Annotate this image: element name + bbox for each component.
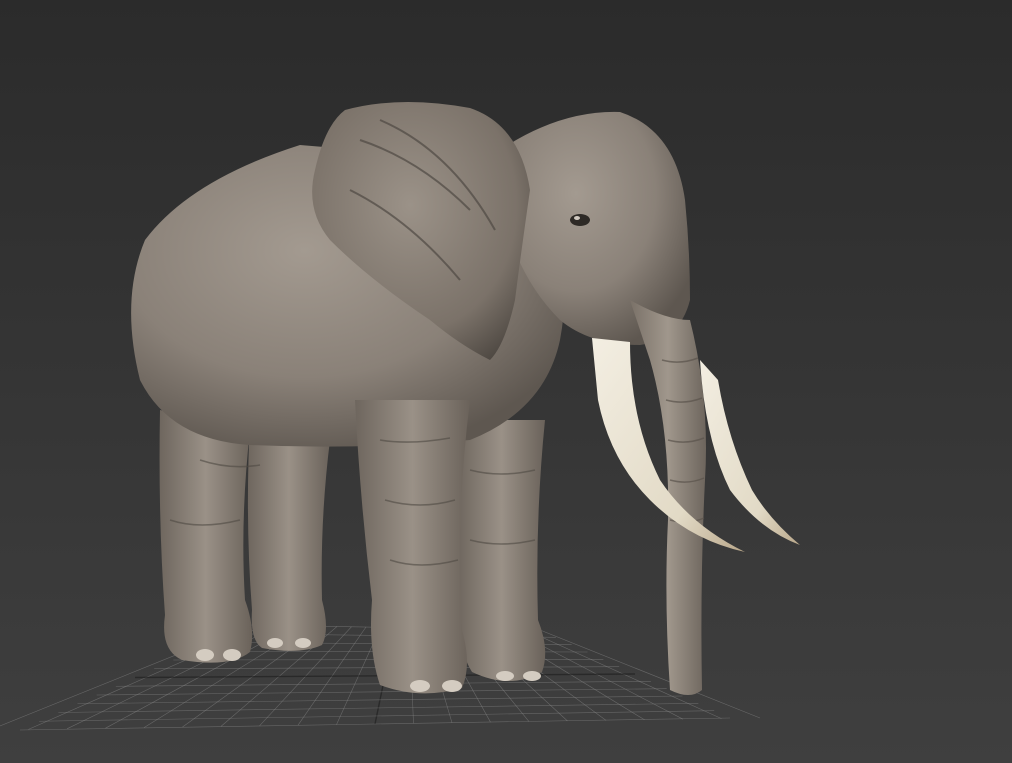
3d-viewport[interactable] <box>0 0 1012 763</box>
front-near-leg[interactable] <box>355 400 470 694</box>
back-far-leg[interactable] <box>247 420 330 651</box>
eye-highlight <box>574 216 580 220</box>
viewport-scene[interactable] <box>0 0 1012 763</box>
elephant-model[interactable] <box>131 101 800 695</box>
elephant-eye <box>570 214 590 226</box>
grid-line-width <box>39 710 715 722</box>
front-far-leg[interactable] <box>457 420 546 681</box>
far-tusk[interactable] <box>700 360 800 545</box>
back-near-leg[interactable] <box>159 410 253 663</box>
